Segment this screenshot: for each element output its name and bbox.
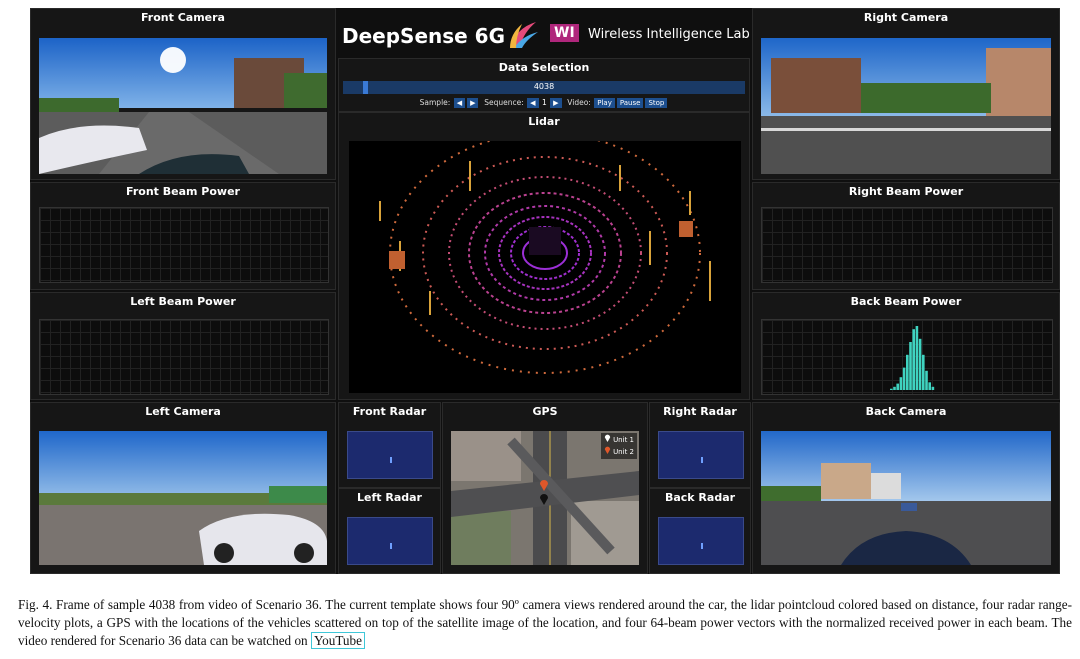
beam-bar [912,329,915,390]
left-camera-title: Left Camera [145,405,221,418]
beam-bar [896,383,899,390]
unit2-marker-icon [540,480,548,491]
beam-bar [890,388,893,390]
stop-button[interactable]: Stop [645,98,668,108]
controls-row: Sample: ◀ ▶ Sequence: ◀ 1 ▶ Video: Play Pa… [339,98,749,108]
lidar-pointcloud [349,141,741,393]
right-radar-panel: Right Radar [649,402,751,488]
beam-bar [925,370,928,390]
back-beam-power-panel: Back Beam Power [752,292,1060,400]
deepsense-logo-text: DeepSense 6G [342,24,506,48]
right-camera-panel: Right Camera [752,8,1060,180]
unit1-marker-icon [540,494,548,505]
unit2-legend-icon [604,446,610,454]
back-camera-title: Back Camera [865,405,947,418]
left-beam-power-panel: Left Beam Power [30,292,336,400]
right-beam-power-panel: Right Beam Power [752,182,1060,290]
front-camera-title: Front Camera [141,11,225,24]
gps-map: Unit 1 Unit 2 [451,431,639,565]
beam-bar [918,338,922,390]
unit2-label: Unit 2 [613,448,634,456]
lidar-title: Lidar [528,115,560,128]
youtube-link[interactable]: YouTube [310,632,365,649]
beam-bar [915,326,919,390]
beam-bar [909,342,912,390]
right-beam-power-plot [761,207,1053,283]
front-beam-power-plot [39,207,329,283]
lab-name: Wireless Intelligence Lab [588,27,750,42]
sample-slider-value: 4038 [533,82,555,91]
left-radar-plot [347,517,433,565]
sample-next-button[interactable]: ▶ [467,98,479,108]
sample-label: Sample: [419,98,451,107]
beam-bar [931,386,935,390]
sequence-next-button[interactable]: ▶ [550,98,562,108]
sequence-value: 1 [541,98,547,107]
back-camera-panel: Back Camera [752,402,1060,574]
sequence-label: Sequence: [484,98,524,107]
back-beam-power-plot [761,319,1053,395]
sample-slider[interactable]: 4038 [343,81,745,94]
left-radar-title: Left Radar [357,491,422,504]
left-camera-view [39,431,327,565]
front-beam-power-title: Front Beam Power [126,185,240,198]
deepsense-logo-icon [510,22,538,48]
dashboard: Front Camera Right Camera Front Beam Pow… [30,8,1060,574]
sequence-prev-button[interactable]: ◀ [527,98,539,108]
back-camera-view [761,431,1051,565]
back-radar-plot [658,517,744,565]
gps-title: GPS [532,405,558,418]
front-camera-view [39,38,327,174]
gps-legend: Unit 1 Unit 2 [600,433,637,459]
beam-bar [899,377,903,390]
unit1-legend-icon [604,434,610,442]
front-radar-title: Front Radar [352,405,427,418]
back-radar-title: Back Radar [664,491,736,504]
data-selection-panel: Data Selection 4038 Sample: ◀ ▶ Sequence:… [338,58,750,112]
lidar-panel: Lidar [338,112,750,400]
beam-bar [902,367,906,390]
right-camera-title: Right Camera [863,11,949,24]
figure-caption: Fig. 4. Frame of sample 4038 from video … [18,596,1072,650]
right-radar-plot [658,431,744,479]
beam-bar [928,382,931,390]
header-logos: DeepSense 6G WI Wireless Intelligence La… [338,8,750,56]
front-beam-power-panel: Front Beam Power [30,182,336,290]
unit1-label: Unit 1 [613,436,634,444]
back-beam-power-bars [890,326,935,390]
left-beam-power-title: Left Beam Power [130,295,236,308]
pause-button[interactable]: Pause [616,98,644,108]
front-radar-plot [347,431,433,479]
video-label: Video: [567,98,591,107]
beam-bar [893,386,896,390]
sample-prev-button[interactable]: ◀ [453,98,466,108]
front-camera-panel: Front Camera [30,8,336,180]
data-selection-title: Data Selection [498,61,590,74]
caption-text: Fig. 4. Frame of sample 4038 from video … [18,597,1072,648]
play-button[interactable]: Play [594,98,615,108]
beam-bar [906,354,909,390]
left-camera-panel: Left Camera [30,402,336,574]
gps-panel: GPS Unit 1 Unit 2 [442,402,648,574]
back-beam-power-title: Back Beam Power [850,295,962,308]
left-beam-power-plot [39,319,329,395]
back-radar-panel: Back Radar [649,488,751,574]
wi-lab-logo: WI [550,24,579,42]
front-radar-panel: Front Radar [338,402,441,488]
beam-bar [922,354,925,390]
right-camera-view [761,38,1051,174]
right-radar-title: Right Radar [663,405,737,418]
right-beam-power-title: Right Beam Power [848,185,964,198]
left-radar-panel: Left Radar [338,488,441,574]
